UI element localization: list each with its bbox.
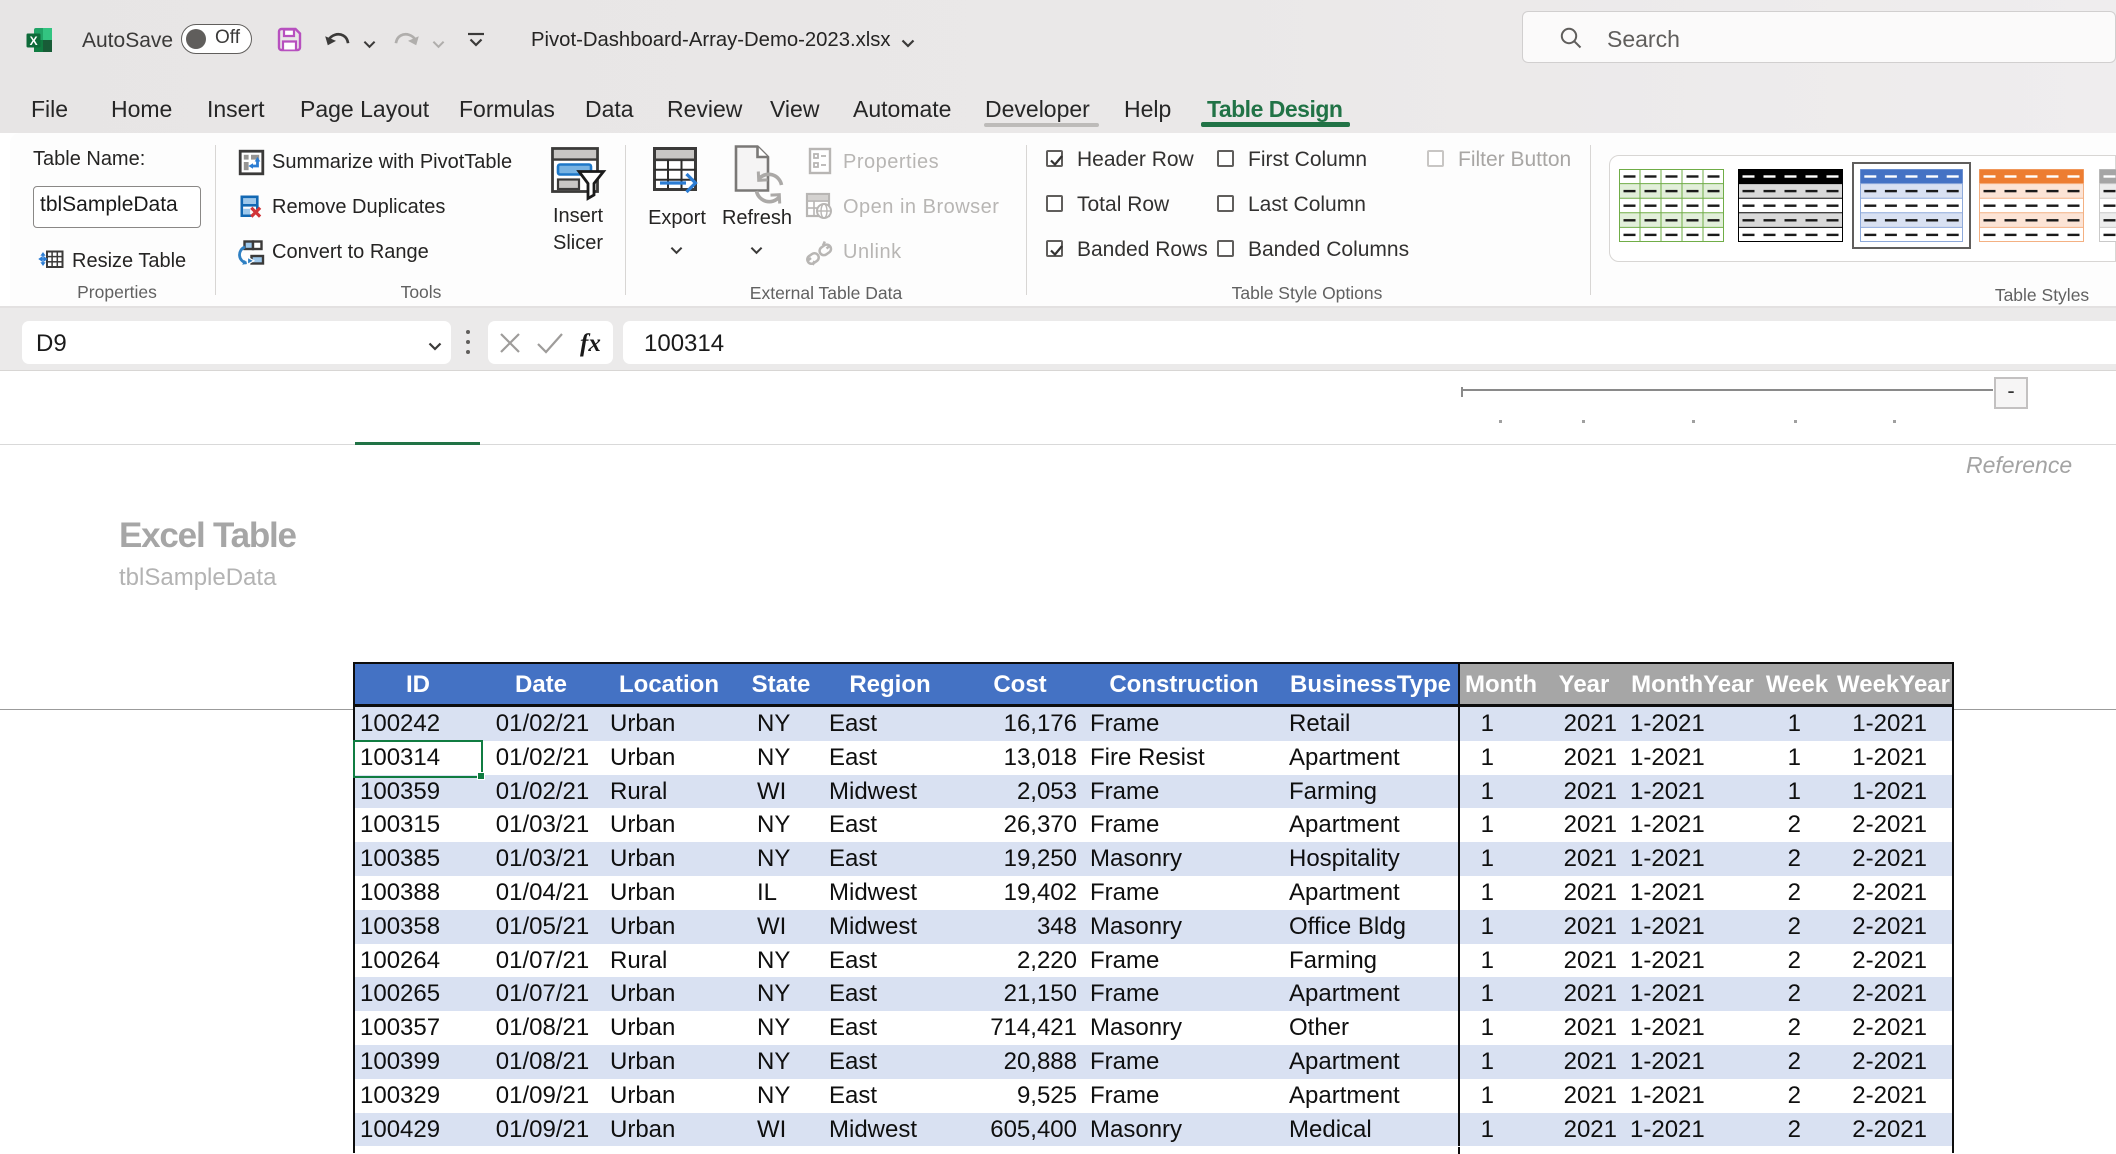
svg-text:fx: fx bbox=[580, 330, 601, 357]
svg-text:X: X bbox=[30, 34, 38, 48]
